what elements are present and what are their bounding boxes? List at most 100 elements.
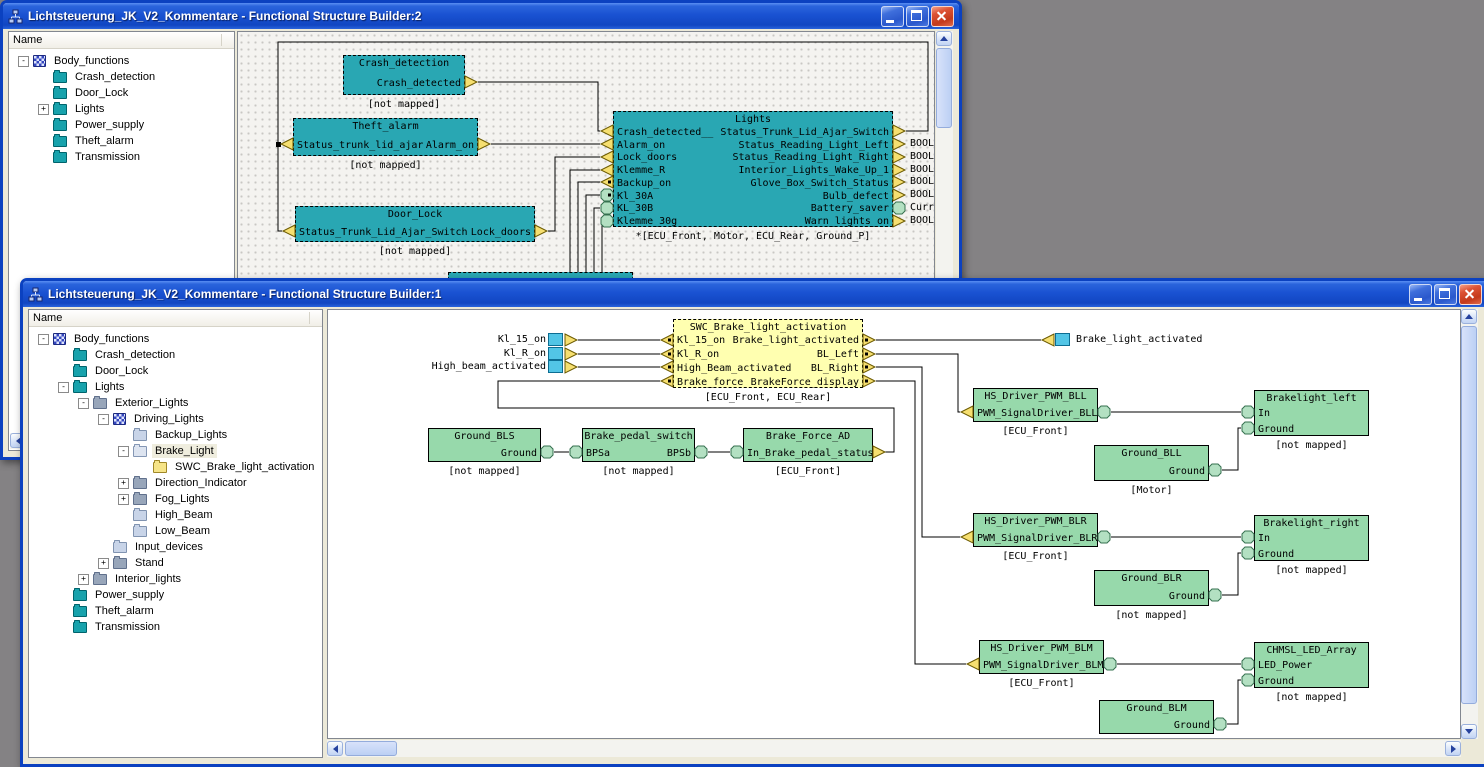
external-input-connector[interactable]: [548, 333, 563, 346]
signal-port[interactable]: [862, 374, 876, 388]
tree-item-Driving_Lights[interactable]: -Driving_Lights: [29, 411, 322, 427]
signal-port[interactable]: [960, 530, 974, 544]
electrical-port[interactable]: [694, 445, 708, 459]
titlebar[interactable]: Lichtsteuerung_JK_V2_Kommentare - Functi…: [3, 3, 959, 29]
tree-item-SWC_Brake_light_activation[interactable]: SWC_Brake_light_activation: [29, 459, 322, 475]
expand-icon[interactable]: +: [118, 478, 129, 489]
scroll-left-button[interactable]: [327, 741, 343, 756]
external-output-connector[interactable]: [1055, 333, 1070, 346]
collapse-icon[interactable]: -: [78, 398, 89, 409]
signal-port[interactable]: [862, 360, 876, 374]
scroll-up-button[interactable]: [936, 31, 952, 46]
signal-port[interactable]: [960, 405, 974, 419]
diagram-canvas-1[interactable]: SWC_Brake_light_activationKl_15_onBrake_…: [327, 309, 1461, 739]
tree-item-Crash_detection[interactable]: Crash_detection: [29, 347, 322, 363]
signal-port[interactable]: [862, 333, 876, 347]
signal-port[interactable]: [892, 175, 906, 189]
signal-port[interactable]: [892, 124, 906, 138]
tree-item-Transmission[interactable]: Transmission: [9, 149, 234, 165]
signal-port[interactable]: [564, 333, 578, 347]
signal-port[interactable]: [660, 347, 674, 361]
scroll-up-button[interactable]: [1461, 309, 1477, 324]
signal-port[interactable]: [862, 347, 876, 361]
tree-item-Door_Lock[interactable]: Door_Lock: [29, 363, 322, 379]
collapse-icon[interactable]: -: [118, 446, 129, 457]
expand-icon[interactable]: +: [38, 104, 49, 115]
signal-port[interactable]: [892, 137, 906, 151]
signal-port[interactable]: [280, 137, 294, 151]
tree-item-Lights[interactable]: +Lights: [9, 101, 234, 117]
signal-port[interactable]: [892, 214, 906, 228]
collapse-icon[interactable]: -: [38, 334, 49, 345]
tree-item-Low_Beam[interactable]: Low_Beam: [29, 523, 322, 539]
block-Brake_Force_AD[interactable]: Brake_Force_ADIn_Brake_pedal_status: [743, 428, 873, 462]
signal-port[interactable]: [872, 445, 886, 459]
scroll-thumb[interactable]: [936, 48, 952, 128]
canvas-vscrollbar[interactable]: [1461, 309, 1478, 739]
electrical-port[interactable]: [730, 445, 744, 459]
external-input-connector[interactable]: [548, 360, 563, 373]
signal-port[interactable]: [564, 347, 578, 361]
signal-port[interactable]: [477, 137, 491, 151]
minimize-button[interactable]: [1409, 284, 1432, 305]
block-Ground_BLM[interactable]: Ground_BLMGround: [1099, 700, 1214, 734]
wire[interactable]: [876, 354, 960, 412]
electrical-port[interactable]: [1241, 657, 1255, 671]
titlebar[interactable]: Lichtsteuerung_JK_V2_Kommentare - Functi…: [23, 281, 1484, 307]
block-Brakelight_left[interactable]: Brakelight_leftInGround: [1254, 390, 1369, 436]
block-Theft_alarm[interactable]: Theft_alarmStatus_trunk_lid_ajarAlarm_on: [293, 118, 478, 156]
block-Ground_BLL[interactable]: Ground_BLLGround: [1094, 445, 1209, 481]
block-Ground_BLR[interactable]: Ground_BLRGround: [1094, 570, 1209, 606]
electrical-port[interactable]: [1097, 405, 1111, 419]
tree-item-Stand[interactable]: +Stand: [29, 555, 322, 571]
tree-item-Brake_Light[interactable]: -Brake_Light: [29, 443, 322, 459]
block-HS_Driver_PWM_BLM[interactable]: HS_Driver_PWM_BLMPWM_SignalDriver_BLM: [979, 640, 1104, 674]
electrical-port[interactable]: [1103, 657, 1117, 671]
signal-port[interactable]: [600, 150, 614, 164]
signal-port[interactable]: [660, 374, 674, 388]
canvas-hscrollbar[interactable]: [327, 740, 1461, 757]
tree-item-Power_supply[interactable]: Power_supply: [29, 587, 322, 603]
wire[interactable]: [876, 381, 966, 664]
tree-item-Backup_Lights[interactable]: Backup_Lights: [29, 427, 322, 443]
block-Brakelight_right[interactable]: Brakelight_rightInGround: [1254, 515, 1369, 561]
block-Crash_detection[interactable]: Crash_detectionCrash_detected: [343, 55, 465, 95]
tree-item-Theft_alarm[interactable]: Theft_alarm: [9, 133, 234, 149]
tree-item-Input_devices[interactable]: Input_devices: [29, 539, 322, 555]
electrical-port[interactable]: [1241, 405, 1255, 419]
electrical-port[interactable]: [600, 214, 614, 228]
signal-port[interactable]: [1041, 333, 1055, 347]
external-input-connector[interactable]: [548, 347, 563, 360]
block-Brake_pedal_switch[interactable]: Brake_pedal_switchBPSaBPSb: [582, 428, 695, 462]
tree-item-Interior_lights[interactable]: +Interior_lights: [29, 571, 322, 587]
signal-port[interactable]: [600, 124, 614, 138]
electrical-port[interactable]: [1213, 717, 1227, 731]
window-builder-1[interactable]: Lichtsteuerung_JK_V2_Kommentare - Functi…: [20, 278, 1484, 767]
electrical-port[interactable]: [540, 445, 554, 459]
electrical-port[interactable]: [1241, 530, 1255, 544]
block-Lights[interactable]: LightsCrash_detected__Status_Trunk_Lid_A…: [613, 111, 893, 227]
scroll-right-button[interactable]: [1445, 741, 1461, 756]
tree-item-Fog_Lights[interactable]: +Fog_Lights: [29, 491, 322, 507]
signal-port[interactable]: [660, 333, 674, 347]
tree-item-High_Beam[interactable]: High_Beam: [29, 507, 322, 523]
maximize-button[interactable]: [906, 6, 929, 27]
electrical-port[interactable]: [1241, 421, 1255, 435]
electrical-port[interactable]: [1241, 546, 1255, 560]
tree-item-Door_Lock[interactable]: Door_Lock: [9, 85, 234, 101]
close-button[interactable]: [1459, 284, 1482, 305]
collapse-icon[interactable]: -: [58, 382, 69, 393]
signal-port[interactable]: [966, 657, 980, 671]
signal-port[interactable]: [660, 360, 674, 374]
collapse-icon[interactable]: -: [18, 56, 29, 67]
signal-port[interactable]: [464, 75, 478, 89]
collapse-icon[interactable]: -: [98, 414, 109, 425]
electrical-port[interactable]: [600, 201, 614, 215]
electrical-port[interactable]: [600, 188, 614, 202]
tree-item-Power_supply[interactable]: Power_supply: [9, 117, 234, 133]
tree-item-Transmission[interactable]: Transmission: [29, 619, 322, 635]
expand-icon[interactable]: +: [78, 574, 89, 585]
block-CHMSL_LED_Array[interactable]: CHMSL_LED_ArrayLED_PowerGround: [1254, 642, 1369, 688]
expand-icon[interactable]: +: [118, 494, 129, 505]
signal-port[interactable]: [534, 224, 548, 238]
